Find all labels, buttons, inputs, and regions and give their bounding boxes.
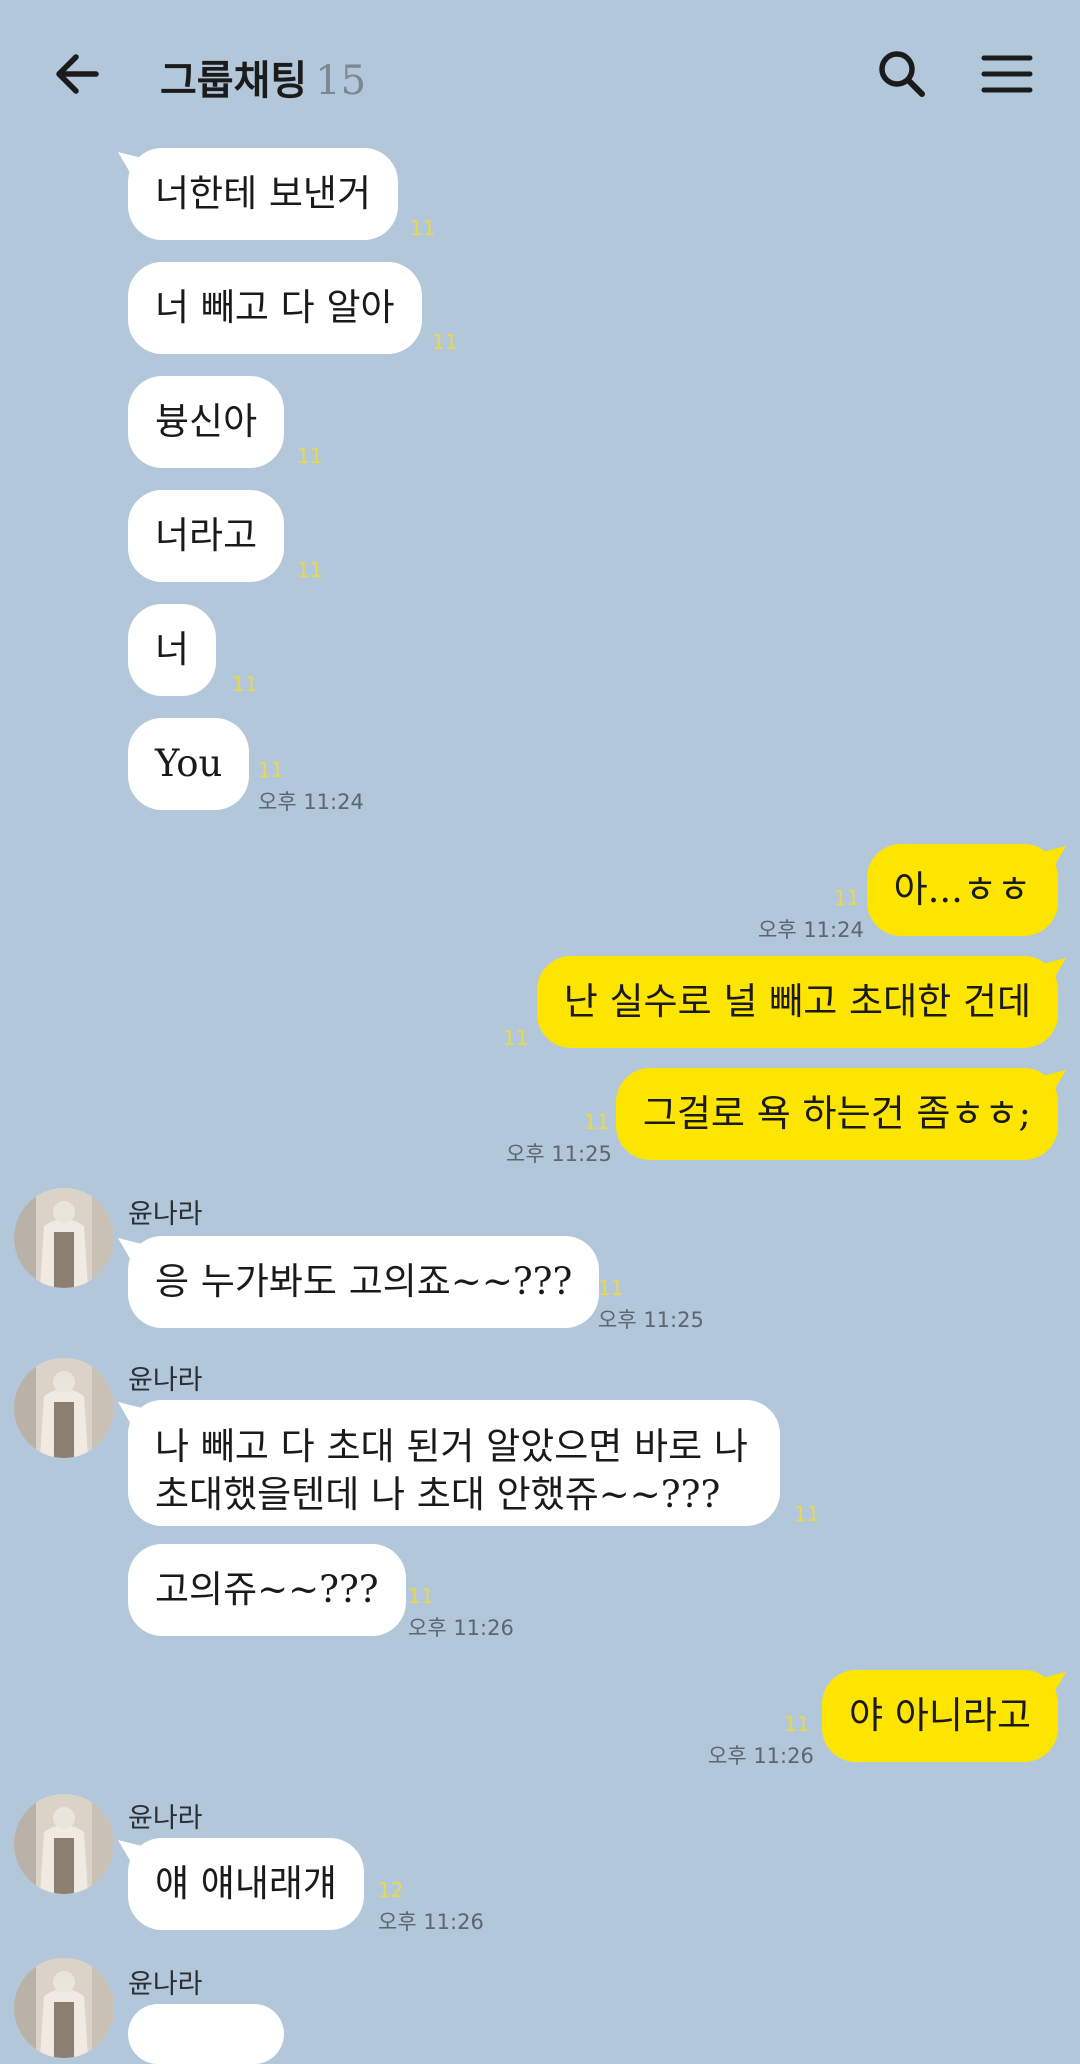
message-bubble[interactable]: 응 누가봐도 고의죠~~???	[128, 1236, 600, 1328]
back-button[interactable]	[48, 44, 108, 104]
member-count: 15	[315, 58, 367, 104]
avatar[interactable]	[14, 1794, 114, 1894]
sender-name: 윤나라	[128, 1365, 203, 1396]
avatar[interactable]	[14, 1188, 114, 1288]
unread-count: 11	[834, 886, 860, 910]
bubble-tail	[118, 1840, 142, 1864]
message-text: 너라고	[155, 514, 258, 557]
chat-title: 그룹채팅 15	[160, 48, 366, 106]
message-time: 오후 11:24	[258, 790, 364, 814]
message-bubble[interactable]	[128, 2004, 284, 2064]
unread-count: 11	[408, 1584, 434, 1608]
message-text: 난 실수로 널 빼고 초대한 건데	[563, 980, 1031, 1023]
profile-photo-icon	[14, 1358, 114, 1458]
bubble-tail	[1042, 958, 1066, 982]
message-text: 얘 얘내래걔	[155, 1862, 337, 1905]
message-bubble[interactable]: 너 빼고 다 알아	[128, 262, 422, 354]
message-time: 오후 11:26	[378, 1910, 484, 1934]
message-bubble[interactable]: 그걸로 욕 하는건 좀ㅎㅎ;	[615, 1068, 1058, 1160]
search-button[interactable]	[872, 44, 932, 104]
message-bubble[interactable]: 너한테 보낸거	[128, 148, 399, 240]
bubble-tail	[1042, 1070, 1066, 1094]
bubble-tail	[118, 1402, 142, 1426]
message-bubble[interactable]: 븅신아	[128, 376, 285, 468]
unread-count: 11	[598, 1276, 624, 1300]
message-bubble[interactable]: 아...ㅎㅎ	[866, 844, 1058, 936]
message-bubble[interactable]: You	[128, 718, 250, 810]
message-text: You	[155, 742, 223, 785]
unread-count: 11	[794, 1502, 820, 1526]
message-time: 오후 11:25	[506, 1142, 612, 1166]
chat-title-text: 그룹채팅	[160, 57, 308, 104]
message-text: 나 빼고 다 초대 된거 알았으면 바로 나 초대했을텐데 나 초대 안했쥬~~…	[155, 1425, 748, 1516]
message-bubble[interactable]: 난 실수로 널 빼고 초대한 건데	[536, 956, 1058, 1048]
message-text: 야 아니라고	[849, 1694, 1031, 1737]
message-bubble[interactable]: 고의쥬~~???	[128, 1544, 406, 1636]
message-time: 오후 11:26	[408, 1616, 514, 1640]
unread-count: 12	[378, 1878, 404, 1902]
bubble-tail	[118, 152, 142, 176]
message-bubble[interactable]: 너	[128, 604, 217, 696]
unread-count: 11	[297, 444, 323, 468]
chat-header: 그룹채팅 15	[0, 0, 1080, 150]
profile-photo-icon	[14, 1958, 114, 2058]
bubble-tail	[118, 1238, 142, 1262]
unread-count: 11	[258, 758, 284, 782]
unread-count: 11	[232, 672, 258, 696]
message-time: 오후 11:24	[758, 918, 864, 942]
message-time: 오후 11:25	[598, 1308, 704, 1332]
unread-count: 11	[297, 558, 323, 582]
message-text: 아...ㅎㅎ	[893, 868, 1031, 911]
message-time: 오후 11:26	[708, 1744, 814, 1768]
message-text: 븅신아	[155, 400, 258, 443]
unread-count: 11	[584, 1110, 610, 1134]
profile-photo-icon	[14, 1794, 114, 1894]
avatar[interactable]	[14, 1958, 114, 2058]
arrow-left-icon	[56, 54, 99, 94]
sender-name: 윤나라	[128, 1199, 203, 1230]
avatar[interactable]	[14, 1358, 114, 1458]
message-text: 응 누가봐도 고의죠~~???	[155, 1260, 573, 1303]
profile-photo-icon	[14, 1188, 114, 1288]
hamburger-menu-icon	[981, 55, 1033, 93]
sender-name: 윤나라	[128, 1803, 203, 1834]
message-bubble[interactable]: 너라고	[128, 490, 285, 582]
message-bubble[interactable]: 야 아니라고	[822, 1670, 1058, 1762]
message-text: 그걸로 욕 하는건 좀ㅎㅎ;	[642, 1092, 1031, 1135]
message-text: 고의쥬~~???	[155, 1568, 379, 1611]
bubble-tail	[1042, 846, 1066, 870]
bubble-tail	[1042, 1672, 1066, 1696]
unread-count: 11	[410, 216, 436, 240]
message-text: 너 빼고 다 알아	[155, 286, 395, 329]
message-text: 너	[155, 628, 190, 671]
search-icon	[879, 51, 925, 97]
sender-name: 윤나라	[128, 1969, 203, 2000]
unread-count: 11	[432, 330, 458, 354]
unread-count: 11	[503, 1026, 529, 1050]
message-text: 너한테 보낸거	[155, 172, 372, 215]
unread-count: 11	[784, 1712, 810, 1736]
menu-button[interactable]	[978, 44, 1038, 104]
message-bubble[interactable]: 나 빼고 다 초대 된거 알았으면 바로 나 초대했을텐데 나 초대 안했쥬~~…	[128, 1400, 780, 1526]
message-bubble[interactable]: 얘 얘내래걔	[128, 1838, 364, 1930]
